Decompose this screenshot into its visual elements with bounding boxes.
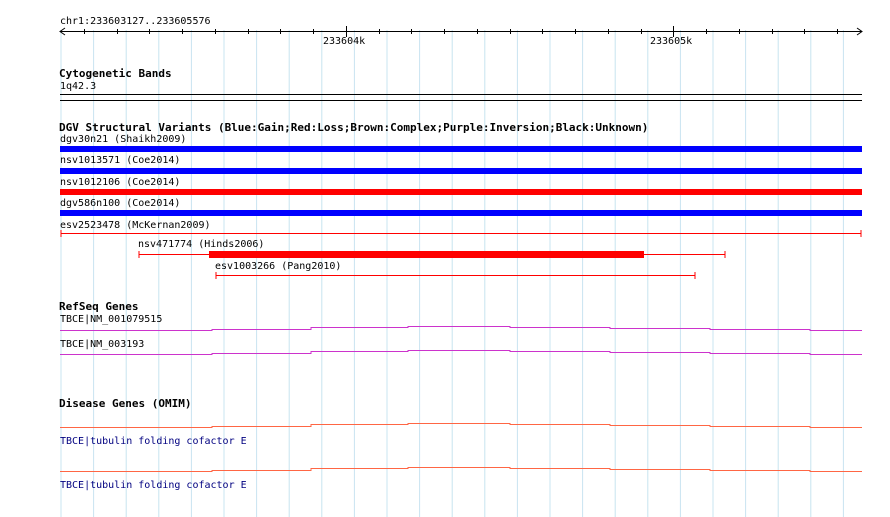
refseq-track	[60, 326, 862, 355]
dgv-feature-label[interactable]: nsv471774 (Hinds2006)	[138, 239, 264, 250]
omim-title: Disease Genes (OMIM)	[59, 397, 192, 410]
dgv-feature-bar	[60, 168, 862, 174]
dgv-feature-label[interactable]: esv1003266 (Pang2010)	[215, 261, 341, 272]
tick-label-1: 233604k	[323, 36, 366, 47]
refseq-title: RefSeq Genes	[59, 300, 139, 313]
cytoband-name[interactable]: 1q42.3	[60, 81, 96, 92]
omim-gene-model	[60, 467, 862, 472]
omim-gene-label[interactable]: TBCE|tubulin folding cofactor E	[60, 436, 247, 447]
refseq-gene-model	[60, 350, 862, 355]
dgv-feature-bar	[60, 210, 862, 216]
refseq-gene-label[interactable]: TBCE|NM_003193	[60, 339, 144, 350]
dgv-feature-label[interactable]: dgv586n100 (Coe2014)	[60, 198, 180, 209]
omim-gene-label[interactable]: TBCE|tubulin folding cofactor E	[60, 480, 247, 491]
refseq-gene-label[interactable]: TBCE|NM_001079515	[60, 314, 162, 325]
dgv-title: DGV Structural Variants (Blue:Gain;Red:L…	[59, 121, 649, 134]
dgv-feature-bar	[60, 189, 862, 195]
location-label: chr1:233603127..233605576	[60, 16, 211, 27]
dgv-feature-label[interactable]: esv2523478 (McKernan2009)	[60, 220, 211, 231]
cytoband-track	[60, 94, 862, 101]
dgv-feature-label[interactable]: nsv1012106 (Coe2014)	[60, 177, 180, 188]
dgv-feature-bar	[60, 146, 862, 152]
tick-label-2: 233605k	[650, 36, 693, 47]
genome-browser: chr1:233603127..233605576 233604k 233605…	[0, 0, 890, 517]
ruler-axis	[59, 26, 863, 37]
refseq-gene-model	[60, 326, 862, 331]
omim-track	[60, 423, 862, 472]
dgv-feature-label[interactable]: nsv1013571 (Coe2014)	[60, 155, 180, 166]
dgv-feature-label[interactable]: dgv30n21 (Shaikh2009)	[60, 134, 186, 145]
dgv-feature-core	[209, 251, 644, 258]
omim-gene-model	[60, 423, 862, 428]
cytoband-title: Cytogenetic Bands	[59, 67, 172, 80]
